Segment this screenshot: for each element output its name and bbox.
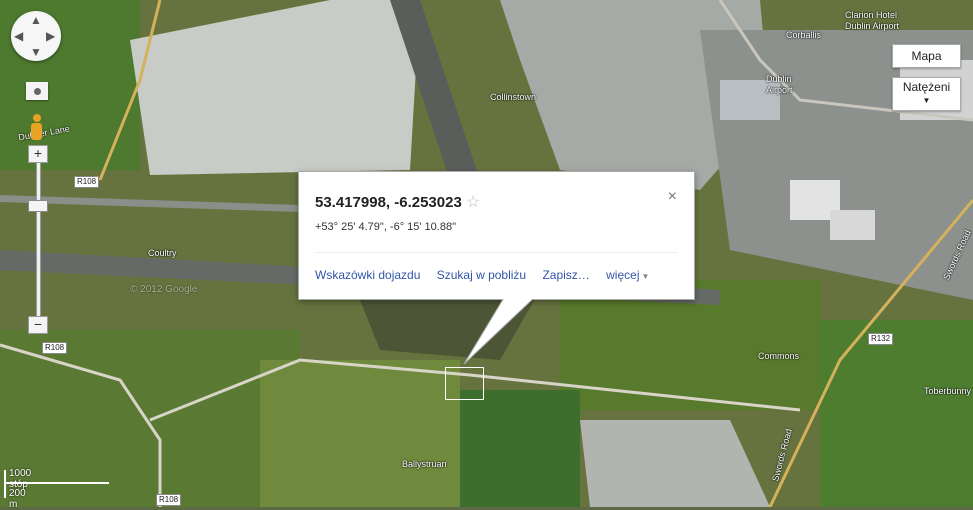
scale-line [4,482,109,484]
zoom-out-button[interactable]: − [28,316,48,334]
label-commons: Commons [758,351,800,361]
road-shield-r132: R132 [868,333,894,345]
zoom-slider-track[interactable] [36,160,41,320]
pegman-icon[interactable] [31,114,42,140]
search-nearby-link[interactable]: Szukaj w pobliżu [437,268,526,282]
star-icon[interactable]: ☆ [466,194,480,211]
scale-imperial: 1000 stóp [9,468,32,490]
location-marker-box [445,367,484,400]
maptype-map-button[interactable]: Mapa [892,44,961,68]
pan-control[interactable]: ▲ ▼ ◀ ▶ [11,11,61,61]
dms-coordinates: +53° 25' 4.79", -6° 15' 10.88" [315,221,456,233]
zoom-slider-thumb[interactable] [28,200,48,212]
save-link[interactable]: Zapisz… [542,268,589,282]
info-window-title: 53.417998, -6.253023 ☆ [315,192,480,212]
info-window: 53.417998, -6.253023 ☆ +53° 25' 4.79", -6… [298,171,695,300]
road-shield-r108: R108 [74,176,100,188]
more-link-label: więcej [606,268,640,282]
chevron-down-icon: ▼ [641,272,650,281]
label-collinstown: Collinstown [490,92,537,102]
label-coultry: Coultry [148,248,177,258]
coordinates-text: 53.417998, -6.253023 [315,194,462,211]
label-clarion-hotel: Clarion Hotel Dublin Airport [845,10,900,31]
scale-tick [4,470,6,498]
maptype-overlay-label: Natężeni [902,80,951,94]
map-copyright: © 2012 Google [130,284,198,295]
road-shield-r108: R108 [42,342,68,354]
directions-link[interactable]: Wskazówki dojazdu [315,268,420,282]
pan-down-icon[interactable]: ▼ [30,46,42,58]
pan-up-icon[interactable]: ▲ [30,14,42,26]
center-dot-icon [33,88,41,95]
label-ballystruan: Ballystruan [402,459,447,469]
label-dublin-airport: Dublin Airport [766,74,793,95]
info-window-actions: Wskazówki dojazdu Szukaj w pobliżu Zapis… [315,268,675,282]
divider [315,252,678,253]
road-shield-r108: R108 [156,494,182,506]
label-toberbunny: Toberbunny [924,386,972,396]
close-icon[interactable]: × [668,188,677,206]
pan-left-icon[interactable]: ◀ [14,30,23,42]
pan-right-icon[interactable]: ▶ [46,30,55,42]
pegman-control[interactable] [26,82,48,100]
dropdown-arrow-icon: ▼ [922,96,931,105]
zoom-in-button[interactable]: + [28,145,48,163]
maptype-map-label: Mapa [911,49,942,63]
info-window-tail [463,296,540,365]
more-link[interactable]: więcej ▼ [606,268,662,282]
label-corballis: Corballis [786,30,822,40]
maptype-overlay-dropdown[interactable]: Natężeni ▼ [892,77,961,111]
